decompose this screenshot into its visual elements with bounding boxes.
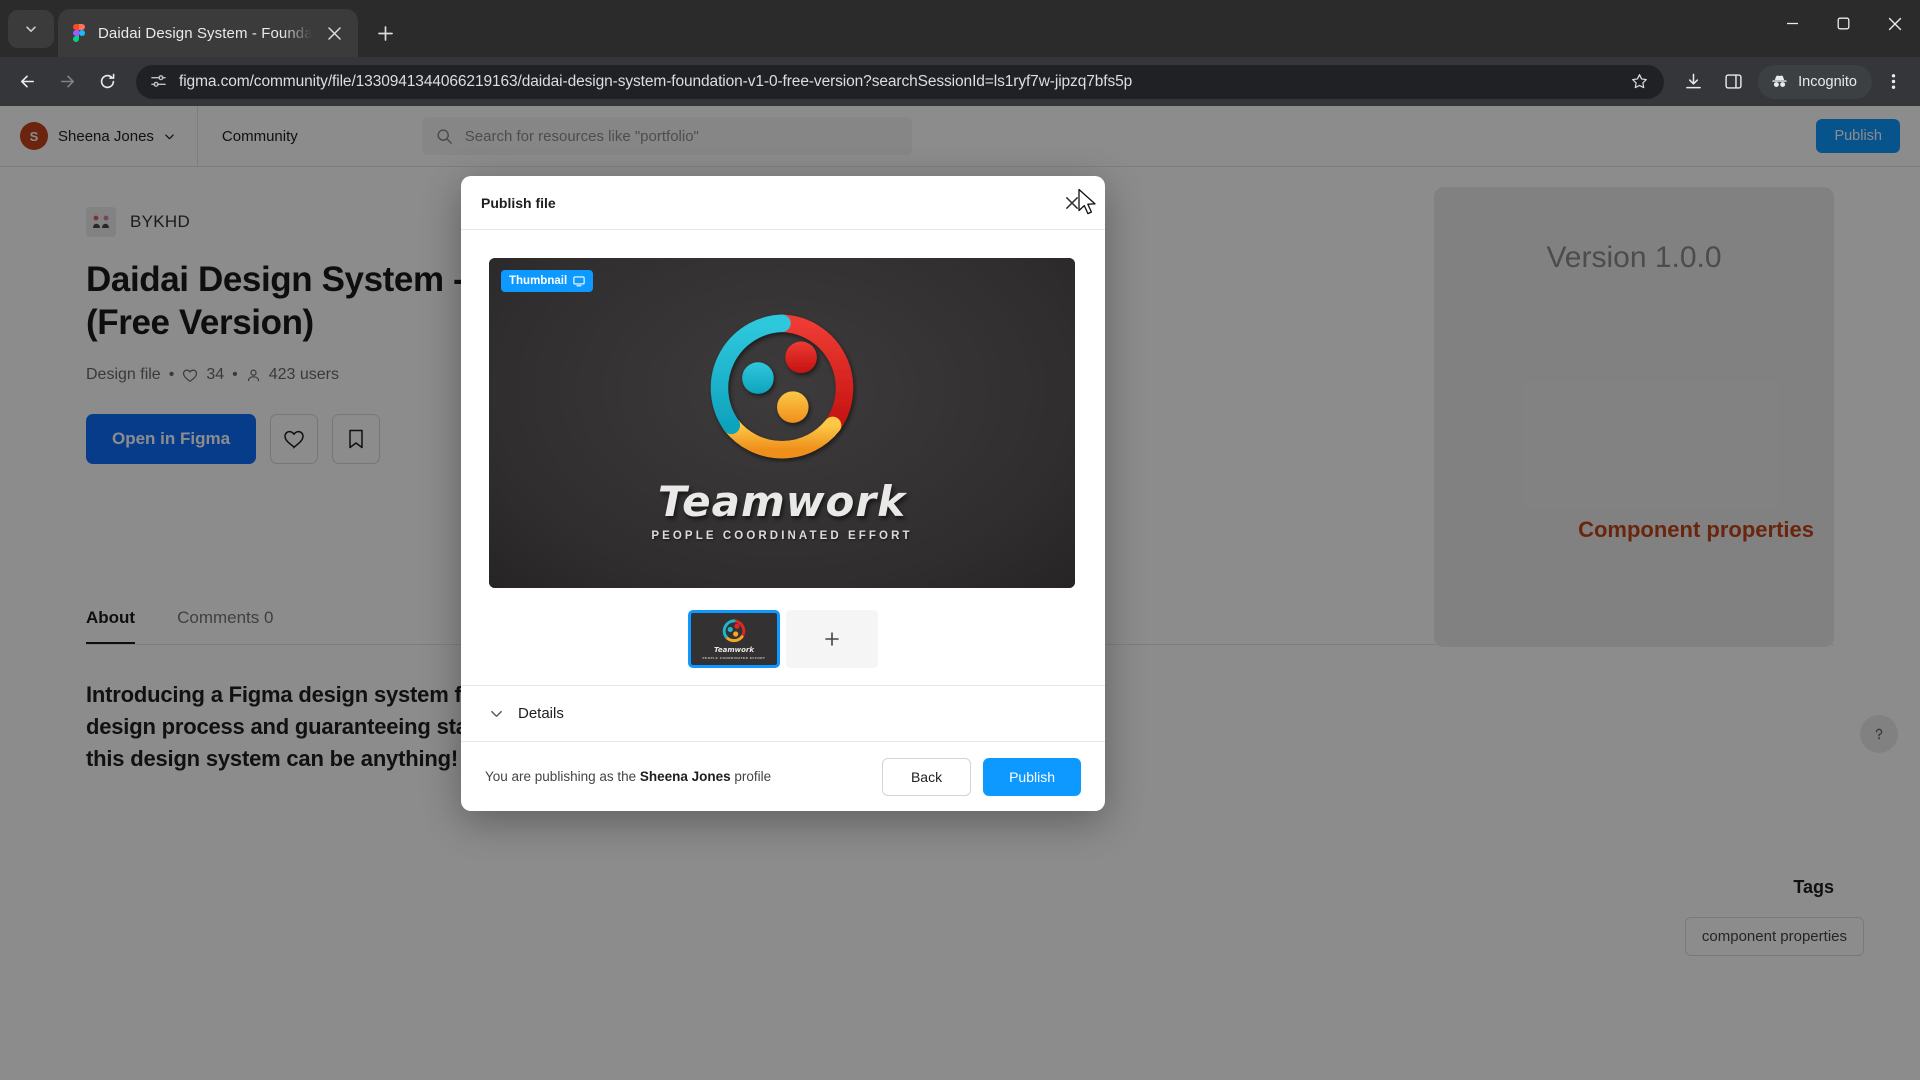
details-section-toggle[interactable]: Details — [461, 685, 1105, 741]
close-icon — [1066, 196, 1078, 209]
plus-icon — [377, 25, 393, 41]
dialog-body: Thumbnail Teamwork PEOPLE COORDINATED EF… — [461, 230, 1105, 685]
dialog-title: Publish file — [481, 194, 556, 211]
minimize-icon — [1787, 22, 1798, 25]
incognito-icon — [1772, 75, 1787, 88]
address-bar[interactable]: figma.com/community/file/133094134406621… — [136, 64, 1665, 99]
reload-icon — [100, 73, 114, 89]
teamwork-logo-icon — [699, 305, 865, 471]
back-button[interactable] — [8, 63, 46, 101]
page-settings-icon — [151, 75, 166, 87]
minimize-button[interactable] — [1767, 0, 1818, 47]
display-icon — [573, 276, 585, 287]
tab-title: Daidai Design System - Foundation v1.0 (… — [98, 24, 312, 42]
incognito-label: Incognito — [1798, 73, 1857, 90]
back-arrow-icon — [20, 75, 34, 88]
chevron-down-icon — [26, 26, 36, 32]
teamwork-wordmark: Teamwork — [713, 646, 755, 654]
tab-search-button[interactable] — [8, 10, 54, 48]
teamwork-logo-icon — [721, 618, 747, 644]
star-icon — [1631, 74, 1647, 89]
tab-strip: Daidai Design System - Foundation v1.0 (… — [0, 0, 1920, 57]
publish-button[interactable]: Publish — [983, 757, 1081, 796]
reload-button[interactable] — [88, 63, 126, 101]
kebab-menu-icon — [1891, 74, 1895, 89]
window-controls — [1767, 0, 1920, 47]
download-icon — [1685, 73, 1701, 89]
browser-tab[interactable]: Daidai Design System - Foundation v1.0 (… — [58, 9, 358, 57]
dialog-header: Publish file — [461, 176, 1105, 230]
close-icon — [327, 26, 341, 40]
thumbnail-badge-label: Thumbnail — [509, 275, 568, 287]
url-text: figma.com/community/file/133094134406621… — [179, 72, 1133, 90]
back-button[interactable]: Back — [881, 757, 972, 796]
maximize-button[interactable] — [1818, 0, 1869, 47]
add-thumbnail-button[interactable] — [786, 610, 878, 668]
side-panel-button[interactable] — [1714, 63, 1752, 101]
teamwork-tagline: PEOPLE COORDINATED EFFORT — [651, 529, 913, 542]
tab-close-button[interactable] — [322, 21, 346, 45]
teamwork-tagline: PEOPLE COORDINATED EFFORT — [702, 656, 766, 660]
browser-window: Daidai Design System - Foundation v1.0 (… — [0, 0, 1920, 1080]
thumbnail-preview[interactable]: Thumbnail Teamwork PEOPLE COORDINATED EF… — [489, 258, 1075, 588]
note-prefix: You are publishing as the — [485, 769, 640, 784]
publishing-as-note: You are publishing as the Sheena Jones p… — [485, 769, 771, 784]
chevron-down-icon — [491, 710, 502, 718]
forward-button[interactable] — [48, 63, 86, 101]
thumbnail-strip: Teamwork PEOPLE COORDINATED EFFORT — [489, 610, 1077, 668]
dialog-close-button[interactable] — [1059, 190, 1085, 216]
page-viewport: S Sheena Jones Community Search for reso… — [0, 106, 1920, 1080]
teamwork-wordmark: Teamwork — [657, 476, 907, 526]
window-close-button[interactable] — [1869, 0, 1920, 47]
incognito-indicator[interactable]: Incognito — [1758, 64, 1872, 99]
plus-icon — [825, 632, 839, 646]
new-tab-button[interactable] — [368, 16, 402, 50]
downloads-button[interactable] — [1674, 63, 1712, 101]
details-label: Details — [518, 705, 564, 722]
chrome-menu-button[interactable] — [1874, 63, 1912, 101]
figma-icon — [73, 24, 85, 42]
forward-arrow-icon — [60, 75, 74, 88]
close-icon — [1888, 17, 1901, 30]
dialog-footer: You are publishing as the Sheena Jones p… — [461, 741, 1105, 811]
maximize-icon — [1837, 17, 1850, 30]
browser-toolbar: figma.com/community/file/133094134406621… — [0, 57, 1920, 106]
bookmark-star-button[interactable] — [1624, 67, 1654, 97]
teamwork-artwork: Teamwork PEOPLE COORDINATED EFFORT — [489, 258, 1075, 588]
note-suffix: profile — [730, 769, 772, 784]
publish-file-dialog: Publish file Thumbnail Teamwork PEOPLE C… — [461, 176, 1105, 811]
thumbnail-chip[interactable]: Teamwork PEOPLE COORDINATED EFFORT — [688, 610, 780, 668]
thumbnail-badge: Thumbnail — [501, 270, 594, 292]
note-profile: Sheena Jones — [639, 769, 731, 784]
side-panel-icon — [1725, 74, 1742, 89]
